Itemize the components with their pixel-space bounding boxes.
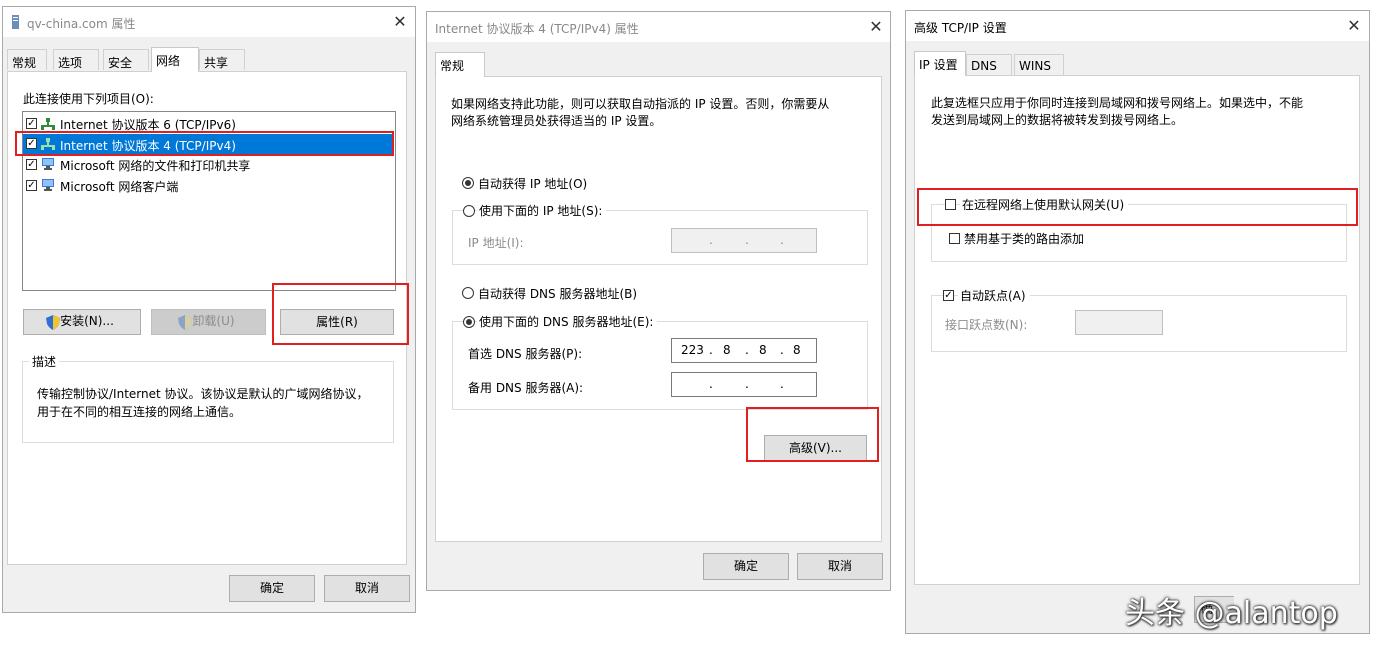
window-title: qv-china.com 属性 bbox=[27, 17, 136, 31]
tab-security[interactable]: 安全 bbox=[103, 49, 149, 70]
close-icon[interactable]: ✕ bbox=[391, 13, 409, 31]
auto-dns-label: 自动获得 DNS 服务器地址(B) bbox=[478, 287, 638, 301]
info-text: 此复选框只应用于你同时连接到局域网和拨号网络上。如果选中，不能 bbox=[931, 96, 1304, 110]
info-text: 发送到局域网上的数据将被转发到拨号网络上。 bbox=[931, 113, 1184, 127]
title-bar: 高级 TCP/IP 设置 ✕ bbox=[906, 11, 1369, 41]
item-checkbox[interactable]: ✓ bbox=[26, 180, 37, 191]
auto-ip-label: 自动获得 IP 地址(O) bbox=[478, 177, 588, 191]
interface-metric-field[interactable] bbox=[1075, 310, 1163, 335]
item-checkbox[interactable]: ✓ bbox=[26, 118, 37, 129]
close-icon[interactable]: ✕ bbox=[867, 18, 885, 36]
intro-text: 网络系统管理员处获得适当的 IP 设置。 bbox=[451, 114, 662, 128]
highlight-box bbox=[15, 131, 394, 156]
preferred-dns-field[interactable]: 223 . 8 . 8 . 8 bbox=[671, 338, 817, 363]
preferred-dns-label: 首选 DNS 服务器(P): bbox=[468, 347, 583, 361]
auto-dns-radio[interactable] bbox=[462, 287, 474, 299]
item-label: Microsoft 网络的文件和打印机共享 bbox=[60, 159, 251, 173]
server-icon bbox=[12, 15, 19, 29]
ok-button[interactable]: 确定 bbox=[703, 553, 789, 580]
auto-ip-radio[interactable] bbox=[462, 177, 474, 189]
shield-icon bbox=[46, 315, 60, 330]
disable-class-routes-checkbox[interactable] bbox=[949, 233, 960, 244]
intro-text: 如果网络支持此功能，则可以获取自动指派的 IP 设置。否则，你需要从 bbox=[451, 97, 830, 111]
window-title: 高级 TCP/IP 设置 bbox=[914, 21, 1007, 35]
title-bar: Internet 协议版本 4 (TCP/IPv4) 属性 ✕ bbox=[427, 12, 890, 42]
auto-metric-label: 自动跃点(A) bbox=[958, 287, 1030, 304]
description-group: 描述 传输控制协议/Internet 协议。该协议是默认的广域网络协议， 用于在… bbox=[22, 353, 394, 443]
list-item[interactable]: ✓ Microsoft 网络客户端 bbox=[23, 176, 393, 195]
auto-metric-checkbox[interactable]: ✓ bbox=[943, 290, 954, 301]
install-button[interactable]: 安装(N)... bbox=[23, 309, 141, 335]
advanced-tcpip-window: 高级 TCP/IP 设置 ✕ IP 设置 DNS WINS 此复选框只应用于你同… bbox=[905, 10, 1370, 634]
alternate-dns-label: 备用 DNS 服务器(A): bbox=[468, 381, 584, 395]
cancel-button[interactable]: 取消 bbox=[797, 553, 883, 580]
close-icon[interactable]: ✕ bbox=[1345, 17, 1363, 35]
highlight-box bbox=[917, 188, 1358, 226]
ip-address-label: IP 地址(I): bbox=[468, 236, 524, 250]
ip-settings-panel: 此复选框只应用于你同时连接到局域网和拨号网络上。如果选中，不能 发送到局域网上的… bbox=[914, 75, 1360, 585]
manual-ip-radio[interactable] bbox=[463, 205, 475, 217]
item-checkbox[interactable]: ✓ bbox=[26, 159, 37, 170]
tab-wins[interactable]: WINS bbox=[1014, 54, 1064, 75]
metric-group: ✓ 自动跃点(A) 接口跃点数(N): bbox=[931, 287, 1347, 352]
watermark: 头条 @alantop bbox=[1125, 596, 1338, 631]
network-client-icon bbox=[42, 179, 54, 191]
shield-icon bbox=[178, 315, 192, 330]
interface-metric-label: 接口跃点数(N): bbox=[945, 318, 1028, 332]
tab-dns[interactable]: DNS bbox=[966, 54, 1012, 75]
description-title: 描述 bbox=[29, 353, 60, 370]
cancel-button[interactable]: 取消 bbox=[324, 575, 410, 602]
highlight-box bbox=[272, 283, 409, 345]
network-protocol-icon bbox=[41, 118, 55, 130]
highlight-box bbox=[746, 407, 879, 462]
description-text: 用于在不同的相互连接的网络上通信。 bbox=[37, 405, 242, 419]
ok-button[interactable]: 确定 bbox=[229, 575, 315, 602]
ipv4-properties-window: Internet 协议版本 4 (TCP/IPv4) 属性 ✕ 常规 如果网络支… bbox=[426, 11, 891, 591]
tab-ip-settings[interactable]: IP 设置 bbox=[914, 51, 966, 76]
tab-sharing[interactable]: 共享 bbox=[199, 49, 245, 70]
list-item[interactable]: ✓ Microsoft 网络的文件和打印机共享 bbox=[23, 155, 393, 174]
manual-ip-label: 使用下面的 IP 地址(S): bbox=[477, 202, 607, 219]
uninstall-button[interactable]: 卸载(U) bbox=[151, 309, 266, 335]
general-tab-panel: 如果网络支持此功能，则可以获取自动指派的 IP 设置。否则，你需要从 网络系统管… bbox=[435, 76, 882, 542]
network-client-icon bbox=[42, 158, 54, 170]
disable-class-routes-label: 禁用基于类的路由添加 bbox=[964, 232, 1085, 246]
ip-address-field[interactable]: ... bbox=[671, 228, 817, 253]
manual-dns-group: 使用下面的 DNS 服务器地址(E): 首选 DNS 服务器(P): 223 .… bbox=[452, 313, 868, 410]
tab-general[interactable]: 常规 bbox=[7, 49, 47, 70]
tab-general[interactable]: 常规 bbox=[435, 52, 485, 77]
tab-network[interactable]: 网络 bbox=[151, 47, 199, 72]
manual-dns-radio[interactable] bbox=[463, 316, 475, 328]
title-bar: qv-china.com 属性 ✕ bbox=[3, 7, 415, 37]
tab-options[interactable]: 选项 bbox=[53, 49, 99, 70]
manual-ip-group: 使用下面的 IP 地址(S): IP 地址(I): ... bbox=[452, 202, 868, 265]
description-text: 传输控制协议/Internet 协议。该协议是默认的广域网络协议， bbox=[37, 387, 369, 401]
window-title: Internet 协议版本 4 (TCP/IPv4) 属性 bbox=[435, 22, 639, 36]
list-label: 此连接使用下列项目(O): bbox=[23, 92, 154, 106]
alternate-dns-field[interactable]: ... bbox=[671, 372, 817, 397]
item-label: Microsoft 网络客户端 bbox=[60, 180, 179, 194]
manual-dns-label: 使用下面的 DNS 服务器地址(E): bbox=[477, 313, 658, 330]
